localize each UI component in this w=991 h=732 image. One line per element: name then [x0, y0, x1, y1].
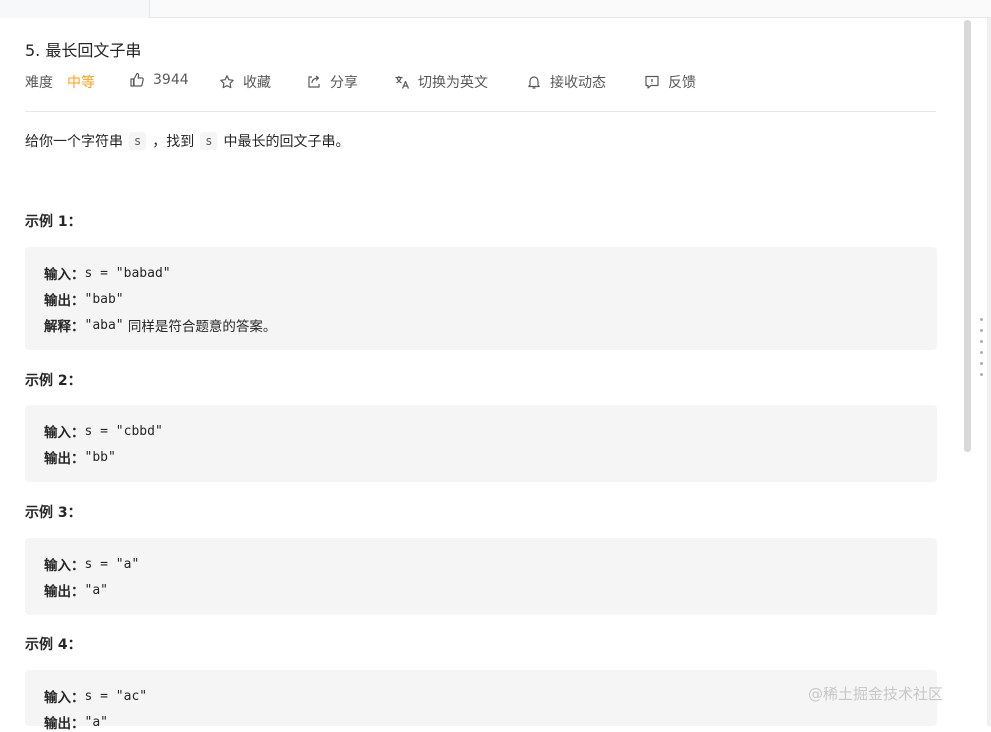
top-toolbar — [0, 0, 991, 18]
example-3-input: 输入： s = "a" — [44, 554, 140, 575]
star-icon — [220, 75, 234, 89]
input-key: 输入： — [44, 267, 85, 283]
share-button[interactable]: 分享 — [306, 72, 358, 92]
output-value: "bab" — [84, 291, 124, 307]
explain-key: 解释： — [44, 319, 85, 335]
output-value: "a" — [84, 714, 108, 730]
subscribe-button[interactable]: 接收动态 — [526, 72, 606, 92]
share-icon — [308, 75, 320, 88]
feedback-button[interactable]: 反馈 — [644, 72, 696, 92]
problem-description: 给你一个字符串 s ，找到 s 中最长的回文子串。 — [25, 131, 349, 151]
share-label: 分享 — [330, 75, 358, 91]
feedback-icon — [645, 75, 659, 89]
example-4-title: 示例 4： — [25, 637, 82, 653]
example-3-title: 示例 3： — [25, 505, 82, 521]
example-2-block: 输入： s = "cbbd" 输出： "bb" — [25, 405, 937, 482]
panel-resize-handle[interactable] — [979, 318, 985, 376]
example-4-input: 输入： s = "ac" — [44, 686, 148, 707]
example-3-output: 输出： "a" — [44, 580, 108, 601]
translate-icon — [395, 76, 410, 89]
example-2-title: 示例 2： — [25, 373, 82, 389]
collect-button[interactable]: 收藏 — [219, 72, 271, 92]
inline-code-s-2: s — [200, 132, 218, 150]
explain-value: "aba" — [84, 317, 124, 333]
input-key: 输入： — [44, 558, 85, 574]
input-value: s = "cbbd" — [84, 423, 163, 439]
example-1-title: 示例 1： — [25, 214, 82, 230]
input-key: 输入： — [44, 690, 85, 706]
watermark: @稀土掘金技术社区 — [808, 685, 944, 703]
example-4-output: 输出： "a" — [44, 712, 108, 732]
problem-title: 5. 最长回文子串 — [25, 41, 142, 60]
inline-code-s: s — [129, 132, 147, 150]
like-button[interactable]: 3944 — [129, 72, 189, 88]
toolbar-icons-cut-off — [335, 0, 665, 4]
description-middle: ，找到 — [152, 134, 195, 150]
panel-edge — [987, 18, 991, 726]
example-2-output: 输出： "bb" — [44, 447, 116, 468]
example-1-input: 输入： s = "babad" — [44, 263, 171, 284]
input-key: 输入： — [44, 425, 85, 441]
collect-label: 收藏 — [243, 75, 271, 91]
input-value: s = "babad" — [84, 265, 171, 281]
difficulty-label: 难度 — [25, 75, 53, 91]
like-count: 3944 — [153, 72, 189, 88]
translate-button[interactable]: 切换为英文 — [394, 72, 488, 92]
example-1-block: 输入： s = "babad" 输出： "bab" 解释： "aba" 同样是符合题意… — [25, 247, 937, 350]
output-key: 输出： — [44, 293, 85, 309]
difficulty-value: 中等 — [67, 75, 95, 91]
description-suffix: 中最长的回文子串。 — [223, 134, 350, 150]
example-1-output: 输出： "bab" — [44, 289, 124, 310]
output-value: "a" — [84, 582, 108, 598]
thumbs-up-icon — [130, 72, 144, 87]
example-3-block: 输入： s = "a" 输出： "a" — [25, 538, 937, 615]
bell-icon — [528, 76, 540, 89]
output-key: 输出： — [44, 451, 85, 467]
translate-label: 切换为英文 — [418, 75, 488, 91]
scrollbar-thumb[interactable] — [964, 20, 971, 452]
example-1-explain: 解释： "aba" 同样是符合题意的答案。 — [44, 315, 277, 336]
output-key: 输出： — [44, 716, 85, 732]
example-2-input: 输入： s = "cbbd" — [44, 421, 163, 442]
feedback-label: 反馈 — [668, 75, 696, 91]
difficulty: 难度 中等 — [25, 72, 95, 92]
explain-note: 同样是符合题意的答案。 — [123, 319, 277, 335]
editor-toolbar-strip — [149, 0, 991, 18]
example-4-block: 输入： s = "ac" 输出： "a" — [25, 670, 937, 732]
description-prefix: 给你一个字符串 — [25, 134, 123, 150]
header-divider — [25, 111, 936, 112]
output-key: 输出： — [44, 584, 85, 600]
input-value: s = "ac" — [84, 688, 148, 704]
input-value: s = "a" — [84, 556, 140, 572]
subscribe-label: 接收动态 — [550, 75, 606, 91]
output-value: "bb" — [84, 449, 116, 465]
